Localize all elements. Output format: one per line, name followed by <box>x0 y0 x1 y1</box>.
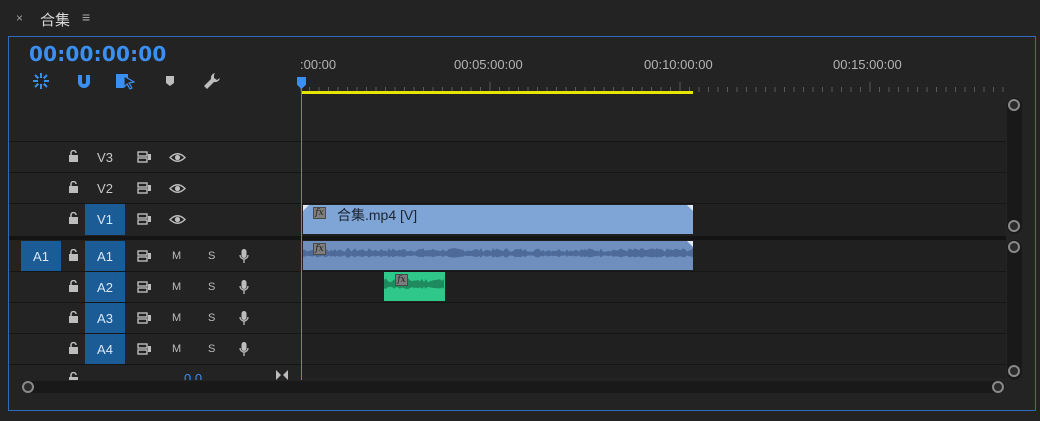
ruler-label-10m: 00:10:00:00 <box>644 57 713 72</box>
eye-icon[interactable] <box>168 212 186 226</box>
mute-button[interactable]: M <box>172 250 181 262</box>
audio-waveform <box>303 248 693 258</box>
mute-button[interactable]: M <box>172 312 181 324</box>
panel-menu-icon[interactable]: ≡ <box>82 9 90 25</box>
row-divider <box>9 141 1006 142</box>
solo-button[interactable]: S <box>208 250 215 262</box>
linked-selection-icon[interactable] <box>114 71 136 91</box>
ruler-label-0: :00:00 <box>300 57 337 72</box>
microphone-icon[interactable] <box>237 278 251 295</box>
track-label-a1[interactable]: A1 <box>85 241 125 271</box>
solo-button[interactable]: S <box>208 343 215 355</box>
solo-button[interactable]: S <box>208 312 215 324</box>
audio-clip[interactable]: fx <box>303 241 693 270</box>
audio-waveform <box>384 278 444 290</box>
clip-end-marker <box>687 241 693 247</box>
work-area-bar[interactable] <box>302 91 693 94</box>
solo-button[interactable]: S <box>208 281 215 293</box>
zoom-handle-right[interactable] <box>992 381 1004 393</box>
lock-icon[interactable] <box>66 279 80 293</box>
lock-icon[interactable] <box>66 341 80 355</box>
mute-button[interactable]: M <box>172 343 181 355</box>
lock-icon[interactable] <box>66 310 80 324</box>
row-divider <box>9 333 1006 334</box>
fx-badge: fx <box>313 207 326 219</box>
lock-icon[interactable] <box>66 248 80 262</box>
sync-lock-icon[interactable] <box>136 280 152 294</box>
row-divider <box>9 364 1006 365</box>
sync-lock-icon[interactable] <box>136 342 152 356</box>
fx-badge: fx <box>395 274 408 286</box>
fx-badge: fx <box>313 243 326 255</box>
clip-start-marker <box>303 205 309 211</box>
track-label-a2[interactable]: A2 <box>85 272 125 302</box>
microphone-icon[interactable] <box>237 309 251 326</box>
lock-icon[interactable] <box>66 372 80 380</box>
zoom-handle-left[interactable] <box>22 381 34 393</box>
scroll-handle-bottom[interactable] <box>1008 220 1020 232</box>
sync-lock-icon[interactable] <box>136 311 152 325</box>
track-label-v1[interactable]: V1 <box>85 204 125 235</box>
microphone-icon[interactable] <box>237 340 251 357</box>
close-tab-icon[interactable]: × <box>16 11 23 25</box>
scroll-handle-top[interactable] <box>1008 241 1020 253</box>
lock-icon[interactable] <box>66 180 80 194</box>
microphone-icon[interactable] <box>237 247 251 264</box>
source-patch-a1[interactable]: A1 <box>21 241 61 271</box>
insert-nest-sequence-icon[interactable] <box>30 71 52 91</box>
scroll-handle-top[interactable] <box>1008 99 1020 111</box>
timeline-settings-wrench-icon[interactable] <box>201 71 223 91</box>
track-label-a4[interactable]: A4 <box>85 334 125 364</box>
sync-lock-icon[interactable] <box>136 181 152 195</box>
lock-icon[interactable] <box>66 149 80 163</box>
master-volume-value[interactable]: 0.0 <box>184 372 202 380</box>
add-marker-icon[interactable] <box>159 71 181 91</box>
timeline-zoom-scrollbar[interactable] <box>22 381 1005 393</box>
go-to-end-icon[interactable] <box>275 369 289 380</box>
clip-end-marker <box>687 205 693 211</box>
lock-icon[interactable] <box>66 211 80 225</box>
row-divider <box>9 271 1006 272</box>
eye-icon[interactable] <box>168 150 186 164</box>
playhead-line[interactable] <box>301 77 302 380</box>
row-divider <box>9 302 1006 303</box>
sync-lock-icon[interactable] <box>136 212 152 226</box>
video-audio-separator[interactable] <box>9 236 1006 240</box>
row-divider <box>9 172 1006 173</box>
panel-tab-bar: × 合集 ≡ <box>0 0 1040 36</box>
video-vertical-scrollbar[interactable] <box>1007 98 1022 234</box>
row-divider <box>9 203 1006 204</box>
scroll-handle-bottom[interactable] <box>1008 365 1020 377</box>
eye-icon[interactable] <box>168 181 186 195</box>
track-label-a3[interactable]: A3 <box>85 303 125 333</box>
timeline-panel: × 合集 ≡ 00:00:00:00 :00:00 00:05:00:00 00… <box>0 0 1040 421</box>
tab-sequence-title[interactable]: 合集 <box>40 9 70 30</box>
track-label-v3[interactable]: V3 <box>85 142 125 172</box>
video-clip[interactable]: fx 合集.mp4 [V] <box>303 205 693 234</box>
sync-lock-icon[interactable] <box>136 249 152 263</box>
audio-vertical-scrollbar[interactable] <box>1007 240 1022 380</box>
track-label-v2[interactable]: V2 <box>85 173 125 203</box>
clip-name: 合集.mp4 [V] <box>337 207 418 223</box>
playhead-timecode[interactable]: 00:00:00:00 <box>29 42 167 66</box>
mute-button[interactable]: M <box>172 281 181 293</box>
audio-clip-green[interactable]: fx <box>384 272 445 301</box>
snap-magnet-icon[interactable] <box>73 71 95 91</box>
sync-lock-icon[interactable] <box>136 150 152 164</box>
ruler-label-5m: 00:05:00:00 <box>454 57 523 72</box>
ruler-label-15m: 00:15:00:00 <box>833 57 902 72</box>
